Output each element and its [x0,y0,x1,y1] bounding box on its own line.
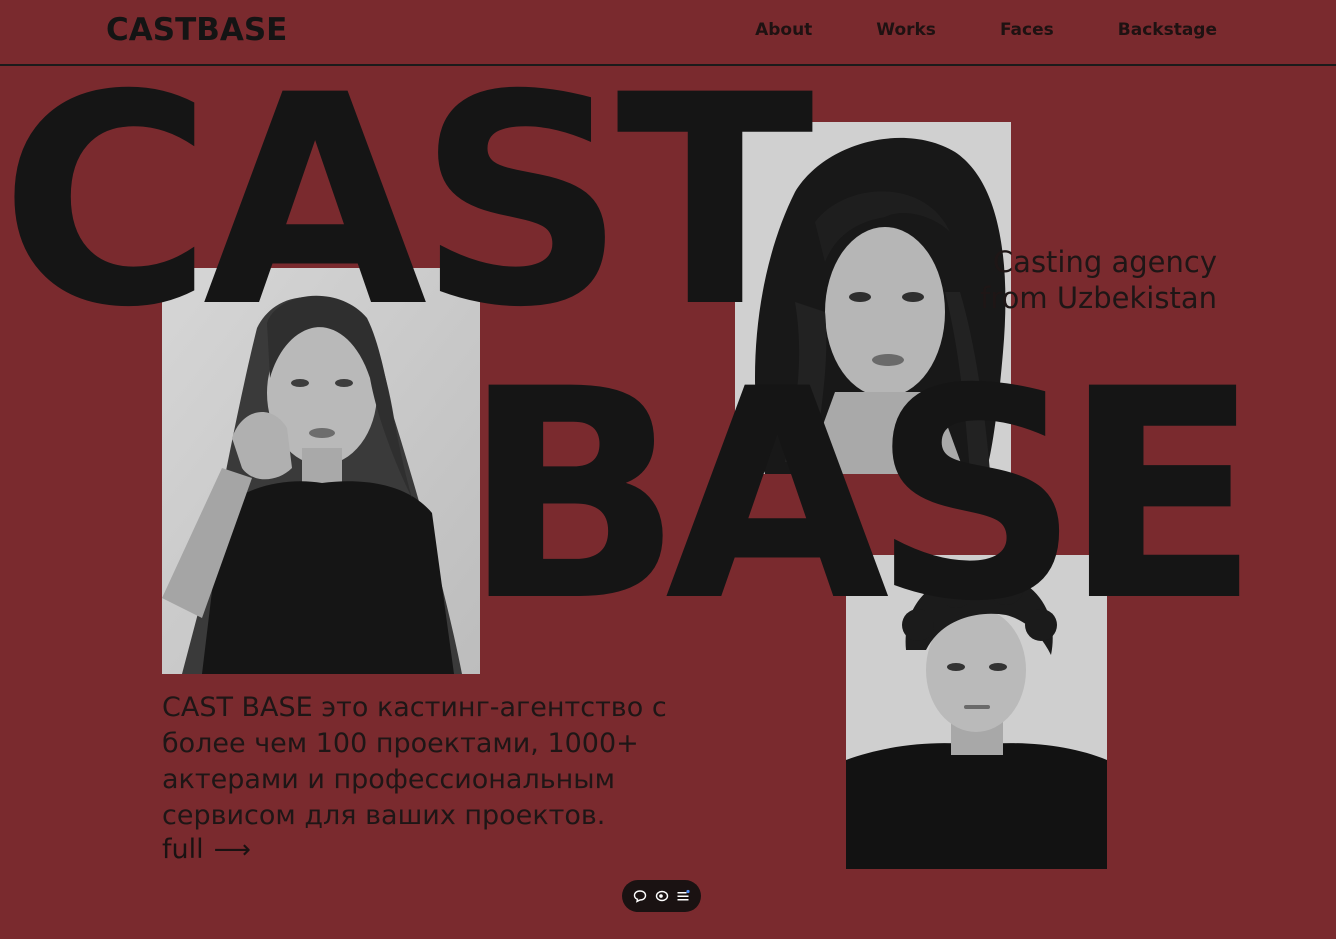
site-logo[interactable]: CASTBASE [106,12,287,48]
main-nav: About Works Faces Backstage [755,20,1217,40]
eye-icon[interactable] [654,888,670,904]
menu-icon[interactable] [675,888,691,904]
nav-link-backstage[interactable]: Backstage [1118,20,1217,40]
nav-link-works[interactable]: Works [876,20,936,40]
site-header: CASTBASE About Works Faces Backstage [0,0,1336,66]
hero-word-cast: CAST [0,34,814,371]
read-more-label: full [162,834,204,865]
floating-toolbar [622,880,701,912]
nav-link-faces[interactable]: Faces [1000,20,1054,40]
hero-word-base: BASE [462,328,1260,665]
arrow-right-icon: ⟶ [213,835,251,865]
hero-description: CAST BASE это кастинг-агентство с более … [162,692,667,831]
hero-tagline: Casting agency from Uzbekistan [980,245,1217,315]
chat-icon[interactable] [632,888,648,904]
nav-link-about[interactable]: About [755,20,812,40]
read-more-link[interactable]: full ⟶ [162,834,251,865]
